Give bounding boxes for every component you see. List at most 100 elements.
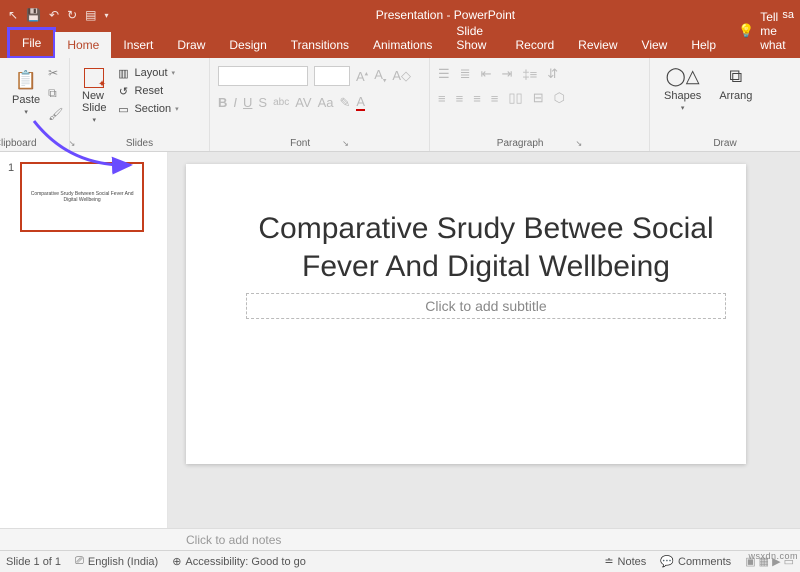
title-bar: ↖ 💾 ↶ ↻ ▤ ▾ Presentation - PowerPoint sa [0, 0, 800, 30]
thumb-title: Comparative Srudy Between Social Fever A… [28, 191, 136, 203]
notes-pane[interactable]: Click to add notes [0, 528, 800, 550]
slide-counter[interactable]: Slide 1 of 1 [6, 556, 61, 568]
tab-review[interactable]: Review [566, 32, 629, 58]
comments-button[interactable]: 💬Comments [660, 555, 731, 568]
dialog-launcher-icon[interactable]: ↘ [342, 139, 349, 148]
tab-draw[interactable]: Draw [165, 32, 217, 58]
cut-icon[interactable]: ✂ [48, 66, 63, 80]
reset-button[interactable]: ↺Reset [116, 84, 178, 98]
paragraph-group-label: Paragraph [497, 138, 544, 149]
shadow-button[interactable]: abc [273, 97, 289, 108]
highlight-icon[interactable]: ✎ [340, 95, 351, 111]
tab-file[interactable]: File [8, 28, 55, 58]
decrease-font-icon[interactable]: A▾ [374, 67, 386, 85]
ribbon-toolbar: 📋 Paste ▾ ✂ ⧉ 🖌 Clipboard ↘ ✦ New Slide ▾… [0, 58, 800, 152]
slide-thumbnails-pane[interactable]: 1 Comparative Srudy Between Social Fever… [0, 152, 168, 528]
dialog-launcher-icon[interactable]: ↘ [576, 139, 583, 148]
tab-view[interactable]: View [630, 32, 680, 58]
tab-transitions[interactable]: Transitions [279, 32, 361, 58]
decrease-indent-button[interactable]: ⇤ [481, 66, 492, 82]
text-direction-button[interactable]: ⇵ [547, 66, 558, 82]
smartart-button[interactable]: ⬡ [554, 90, 565, 106]
clipboard-group-label: Clipboard [0, 138, 37, 149]
tell-me-search[interactable]: 💡 Tell me what [728, 4, 800, 58]
bullets-button[interactable]: ☰ [438, 66, 450, 82]
tell-me-label: Tell me what [760, 10, 790, 52]
notes-toggle[interactable]: ≐Notes [604, 555, 646, 568]
clear-format-icon[interactable]: A◇ [392, 68, 411, 84]
new-slide-icon: ✦ [84, 68, 104, 88]
tab-animations[interactable]: Animations [361, 32, 444, 58]
columns-button[interactable]: ▯▯ [508, 90, 522, 106]
redo-icon[interactable]: ↻ [67, 8, 77, 22]
lightbulb-icon: 💡 [738, 23, 754, 39]
slide-canvas-area[interactable]: Comparative Srudy Betwee Social Fever An… [168, 152, 800, 528]
arrange-button[interactable]: ⧉ Arrang [715, 62, 756, 114]
italic-button[interactable]: I [233, 95, 237, 110]
align-text-button[interactable]: ⊟ [533, 90, 544, 106]
align-left-button[interactable]: ≡ [438, 91, 446, 106]
font-size-input[interactable] [314, 66, 350, 86]
group-slides: ✦ New Slide ▾ ▥Layout▾ ↺Reset ▭Section▾ … [70, 58, 210, 151]
reset-icon: ↺ [116, 84, 130, 98]
accessibility-icon: ⊕ [172, 555, 181, 568]
layout-button[interactable]: ▥Layout▾ [116, 66, 178, 80]
justify-button[interactable]: ≡ [491, 91, 499, 106]
increase-indent-button[interactable]: ⇥ [501, 66, 512, 82]
paste-button[interactable]: 📋 Paste ▾ [8, 66, 44, 118]
numbering-button[interactable]: ≣ [460, 66, 471, 82]
tab-design[interactable]: Design [217, 32, 278, 58]
paste-label: Paste [12, 94, 40, 106]
font-name-input[interactable] [218, 66, 308, 86]
save-icon[interactable]: 💾 [26, 8, 41, 22]
line-spacing-button[interactable]: ‡≡ [522, 67, 537, 82]
drawing-group-label: Draw [713, 138, 736, 149]
char-spacing-button[interactable]: AV [295, 95, 311, 110]
strikethrough-button[interactable]: S [258, 95, 267, 110]
shapes-button[interactable]: ◯△ Shapes ▾ [660, 62, 705, 114]
status-bar: Slide 1 of 1 ⎚English (India) ⊕Accessibi… [0, 550, 800, 572]
language-button[interactable]: ⎚English (India) [75, 555, 158, 568]
section-button[interactable]: ▭Section▾ [116, 102, 178, 116]
align-right-button[interactable]: ≡ [473, 91, 481, 106]
watermark: wsxdn.com [748, 551, 798, 561]
arrange-icon: ⧉ [724, 64, 748, 88]
undo-icon[interactable]: ↶ [49, 8, 59, 22]
font-color-button[interactable]: A [356, 94, 365, 111]
quick-access-toolbar: ↖ 💾 ↶ ↻ ▤ ▾ [0, 8, 109, 22]
group-drawing: ◯△ Shapes ▾ ⧉ Arrang Draw [650, 58, 800, 151]
align-center-button[interactable]: ≡ [456, 91, 464, 106]
thumb-number: 1 [8, 162, 14, 232]
clipboard-icon: 📋 [14, 68, 38, 92]
format-painter-icon[interactable]: 🖌 [48, 107, 63, 121]
chevron-down-icon: ▾ [24, 108, 28, 116]
tab-record[interactable]: Record [503, 32, 566, 58]
cursor-icon: ↖ [8, 8, 18, 22]
start-from-beginning-icon[interactable]: ▤ [85, 8, 96, 22]
tab-slideshow[interactable]: Slide Show [444, 18, 503, 58]
copy-icon[interactable]: ⧉ [48, 86, 63, 101]
tab-help[interactable]: Help [679, 32, 728, 58]
bold-button[interactable]: B [218, 95, 227, 110]
slide-subtitle-placeholder[interactable]: Click to add subtitle [246, 293, 726, 319]
tab-home[interactable]: Home [55, 32, 111, 58]
font-group-label: Font [290, 138, 310, 149]
notes-placeholder: Click to add notes [186, 533, 281, 547]
layout-icon: ▥ [116, 66, 130, 80]
slide[interactable]: Comparative Srudy Betwee Social Fever An… [186, 164, 746, 464]
comment-icon: 💬 [660, 555, 674, 568]
increase-font-icon[interactable]: A▴ [356, 69, 368, 84]
slide-title-placeholder[interactable]: Comparative Srudy Betwee Social Fever An… [246, 210, 726, 285]
tab-insert[interactable]: Insert [111, 32, 165, 58]
globe-icon: ⎚ [75, 555, 84, 568]
accessibility-button[interactable]: ⊕Accessibility: Good to go [172, 555, 306, 568]
change-case-button[interactable]: Aa [318, 95, 334, 110]
shapes-icon: ◯△ [671, 64, 695, 88]
slide-thumbnail-1[interactable]: Comparative Srudy Between Social Fever A… [20, 162, 144, 232]
workspace: 1 Comparative Srudy Between Social Fever… [0, 152, 800, 528]
ribbon-tabs: File Home Insert Draw Design Transitions… [0, 30, 800, 58]
qat-dropdown-icon[interactable]: ▾ [104, 11, 108, 20]
underline-button[interactable]: U [243, 95, 252, 110]
chevron-down-icon: ▾ [681, 104, 685, 112]
new-slide-button[interactable]: ✦ New Slide ▾ [78, 66, 110, 126]
